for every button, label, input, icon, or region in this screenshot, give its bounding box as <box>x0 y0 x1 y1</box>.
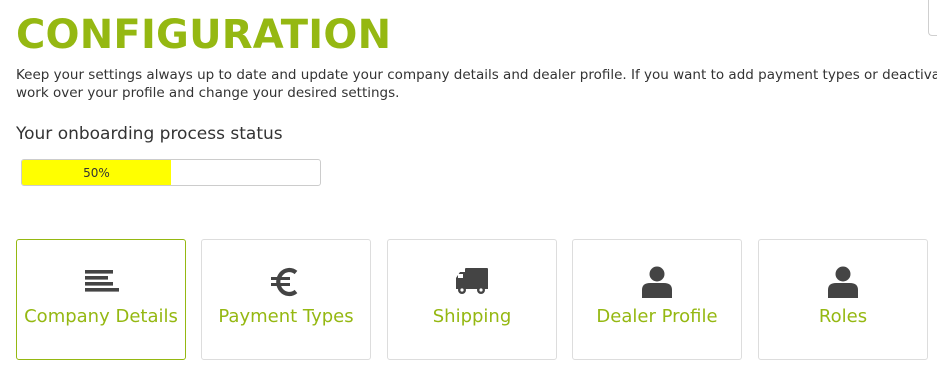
truck-icon <box>456 268 488 294</box>
user-icon <box>642 266 672 298</box>
euro-icon <box>271 267 298 297</box>
onboarding-status-heading: Your onboarding process status <box>16 124 283 144</box>
tile-label-payment-types: Payment Types <box>218 306 354 327</box>
page-description-line-2: work over your profile and change your d… <box>16 85 400 101</box>
user-icon <box>828 266 858 298</box>
tile-shipping[interactable]: Shipping <box>387 239 557 360</box>
onboarding-progress-bar: 50% <box>21 159 321 186</box>
tile-payment-types[interactable]: Payment Types <box>201 239 371 360</box>
tile-label-dealer-profile: Dealer Profile <box>596 306 718 327</box>
tile-label-roles: Roles <box>818 306 868 327</box>
tile-label-shipping: Shipping <box>432 306 512 327</box>
list-icon <box>85 270 119 292</box>
onboarding-progress-label: 50% <box>83 166 110 180</box>
page-title: CONFIGURATION <box>16 12 392 58</box>
page-description: Keep your settings always up to date and… <box>16 66 937 102</box>
tile-label-company-details: Company Details <box>24 306 178 327</box>
page-description-line-1: Keep your settings always up to date and… <box>16 67 937 83</box>
tile-roles[interactable]: Roles <box>758 239 928 360</box>
tile-dealer-profile[interactable]: Dealer Profile <box>572 239 742 360</box>
tile-company-details[interactable]: Company Details <box>16 239 186 360</box>
side-panel-edge <box>928 0 937 36</box>
